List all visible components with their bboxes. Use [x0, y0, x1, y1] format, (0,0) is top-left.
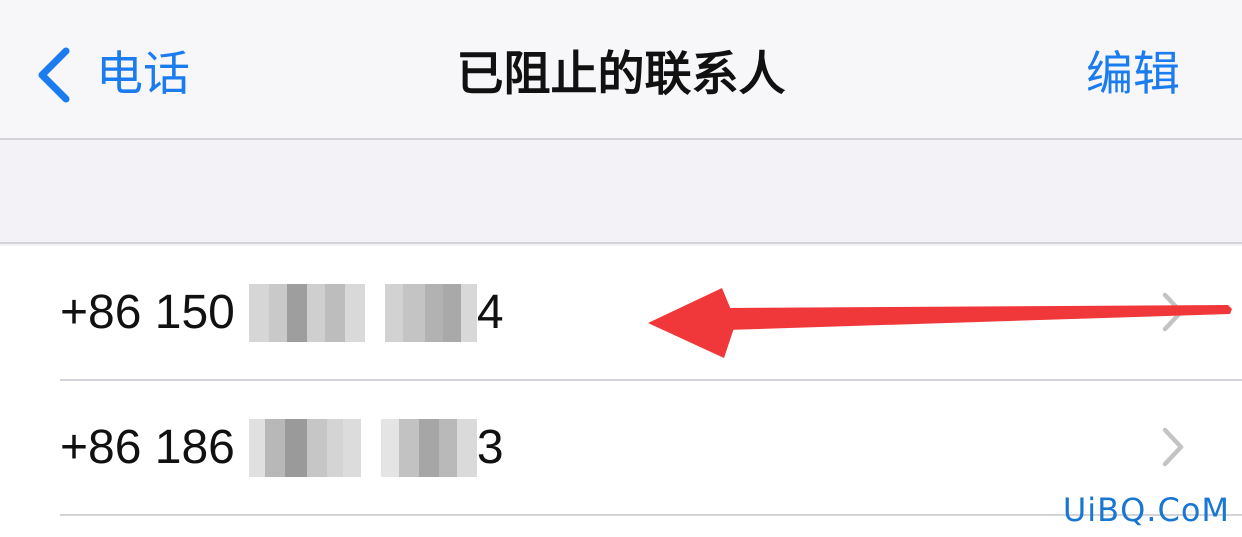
redacted-digits-block	[248, 418, 361, 477]
redacted-digits-block	[384, 283, 477, 342]
number-last-digit: 4	[476, 286, 504, 339]
list-item[interactable]: +86 186 3	[0, 381, 1242, 514]
contact-number: +86 150 4	[60, 246, 504, 379]
redacted-digits-block	[248, 283, 365, 342]
number-prefix: +86 186	[60, 421, 235, 474]
navigation-bar: 电话 已阻止的联系人 编辑	[0, 0, 1242, 140]
page-title: 已阻止的联系人	[456, 47, 786, 102]
chevron-right-icon	[1162, 427, 1184, 471]
watermark-text: UiBQ.CoM	[1062, 491, 1230, 529]
edit-button[interactable]: 编辑	[1086, 40, 1180, 110]
blocked-contacts-screen: 电话 已阻止的联系人 编辑 +86 150 4 +86 186 3 UiBQ.C…	[0, 0, 1242, 537]
number-last-digit: 3	[476, 421, 504, 474]
section-header-spacer	[0, 140, 1242, 244]
redacted-digits-block	[380, 418, 477, 477]
contact-number: +86 186 3	[60, 381, 504, 514]
number-prefix: +86 150	[60, 286, 235, 339]
red-arrow-icon	[640, 278, 1240, 372]
